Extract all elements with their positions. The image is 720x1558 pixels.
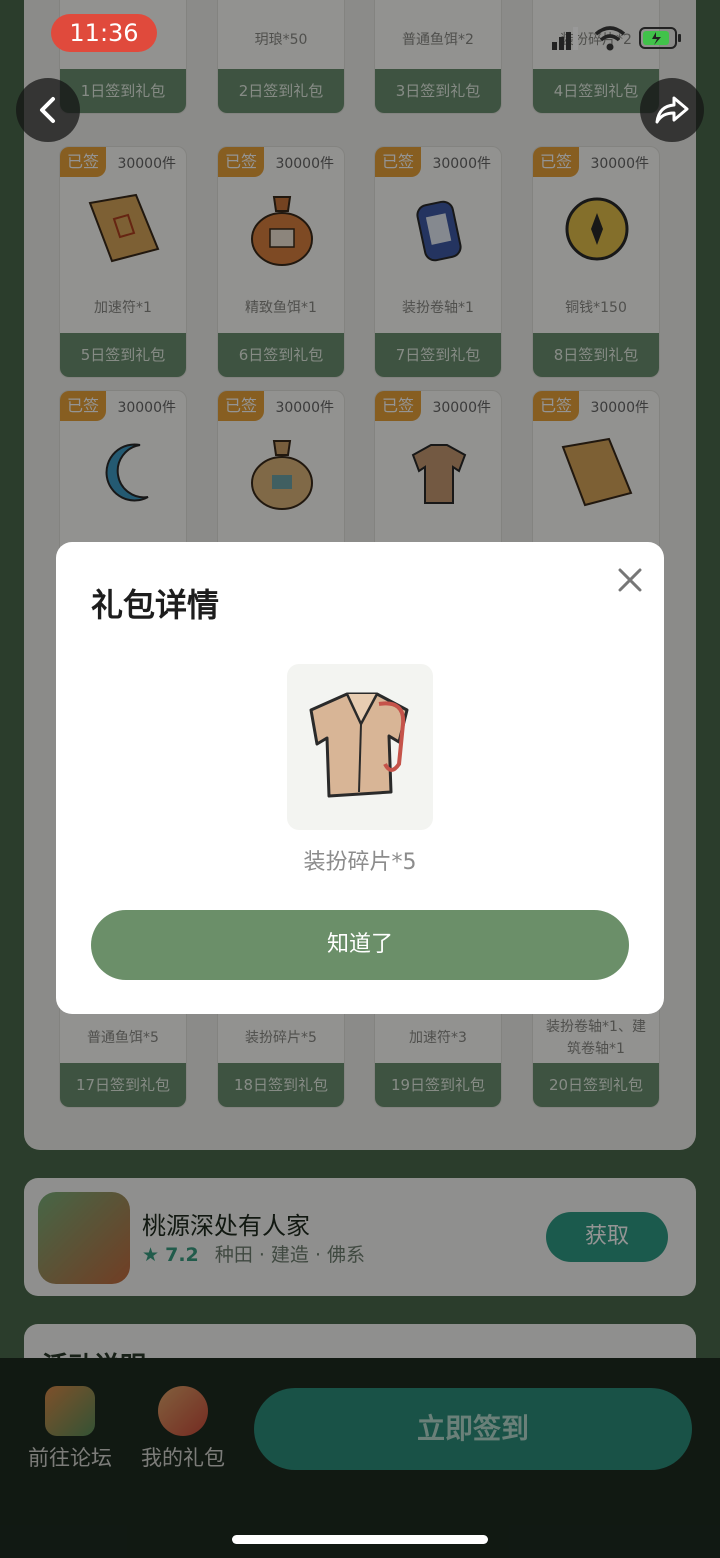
status-time: 11:36 [51,14,157,52]
home-indicator[interactable] [232,1535,488,1544]
got-it-button[interactable]: 知道了 [91,910,629,980]
gift-detail-dialog: 礼包详情 装扮碎片*5 知道了 [56,542,664,1014]
outfit-fragment-icon [309,692,409,798]
close-icon[interactable] [612,562,648,598]
gift-image-frame [287,664,433,830]
wifi-icon [594,26,626,51]
signal-icon [552,27,578,50]
battery-icon [639,27,681,49]
back-button[interactable] [16,78,80,142]
chevron-left-icon [40,97,55,123]
gift-name: 装扮碎片*5 [303,850,417,875]
dialog-title: 礼包详情 [91,586,220,624]
share-button[interactable] [640,78,704,142]
status-icons [552,26,681,51]
share-icon [655,96,689,124]
